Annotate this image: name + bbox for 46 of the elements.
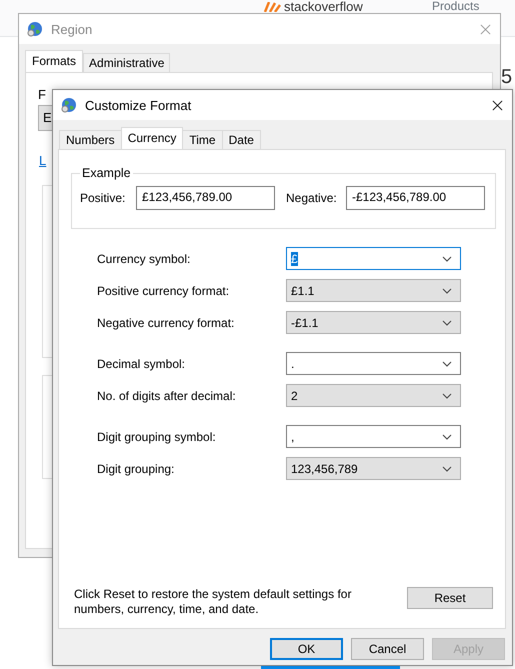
stack-logo-icon — [263, 2, 281, 12]
help-text: Click Reset to restore the system default settings for numbers, currency, time, and date. — [74, 587, 352, 617]
output-field: -£123,456,789.00 — [346, 186, 485, 210]
tab[interactable]: Date — [222, 130, 261, 149]
dialog-button[interactable]: Cancel — [351, 638, 424, 660]
combo-box[interactable]: 2 — [286, 384, 461, 407]
chevron-down-icon — [442, 320, 452, 326]
combo-box[interactable]: £1.1 — [286, 279, 461, 302]
chevron-down-icon — [442, 392, 452, 398]
nav-link[interactable]: Products — [432, 0, 480, 13]
field-label: Decimal symbol: — [97, 356, 186, 370]
tab[interactable]: Formats — [25, 50, 84, 72]
combo-box[interactable]: 123,456,789 — [286, 457, 461, 480]
field-label: Digit grouping symbol: — [97, 430, 217, 444]
link[interactable]: L — [39, 153, 46, 168]
combo-box[interactable]: -£1.1 — [286, 311, 461, 334]
tab[interactable]: Administrative — [83, 53, 170, 72]
tab[interactable]: Currency — [120, 127, 184, 149]
dialog-button[interactable]: OK — [270, 638, 343, 660]
field-label: Positive currency format: — [97, 284, 230, 298]
field-label: F — [38, 87, 46, 102]
field-label: Negative: — [286, 191, 338, 205]
tab[interactable]: Numbers — [59, 130, 122, 149]
combo-box[interactable]: £ — [286, 247, 461, 270]
chevron-down-icon — [442, 466, 452, 472]
page-text: 5 — [501, 66, 512, 89]
globe-icon — [61, 97, 77, 113]
chevron-down-icon — [442, 360, 452, 366]
group-title: Example — [81, 166, 132, 180]
combo-box[interactable]: . — [286, 352, 461, 375]
output-field: £123,456,789.00 — [136, 186, 275, 210]
chevron-down-icon — [442, 434, 452, 440]
chevron-down-icon — [442, 288, 452, 294]
window-title: Customize Format — [85, 98, 192, 112]
combo-box[interactable]: , — [286, 425, 461, 448]
chevron-down-icon — [442, 256, 452, 262]
field-label: Positive: — [80, 191, 126, 205]
field-label: Negative currency format: — [97, 316, 236, 330]
window-title: Region — [51, 22, 94, 36]
globe-icon — [27, 21, 43, 37]
field-label: Digit grouping: — [97, 462, 176, 476]
reset-button[interactable]: Reset — [407, 587, 493, 609]
field-label: Currency symbol: — [97, 252, 192, 266]
close-icon[interactable] — [492, 100, 503, 110]
site-logo[interactable]: stackoverflow — [284, 0, 363, 13]
field-label: No. of digits after decimal: — [97, 388, 237, 402]
